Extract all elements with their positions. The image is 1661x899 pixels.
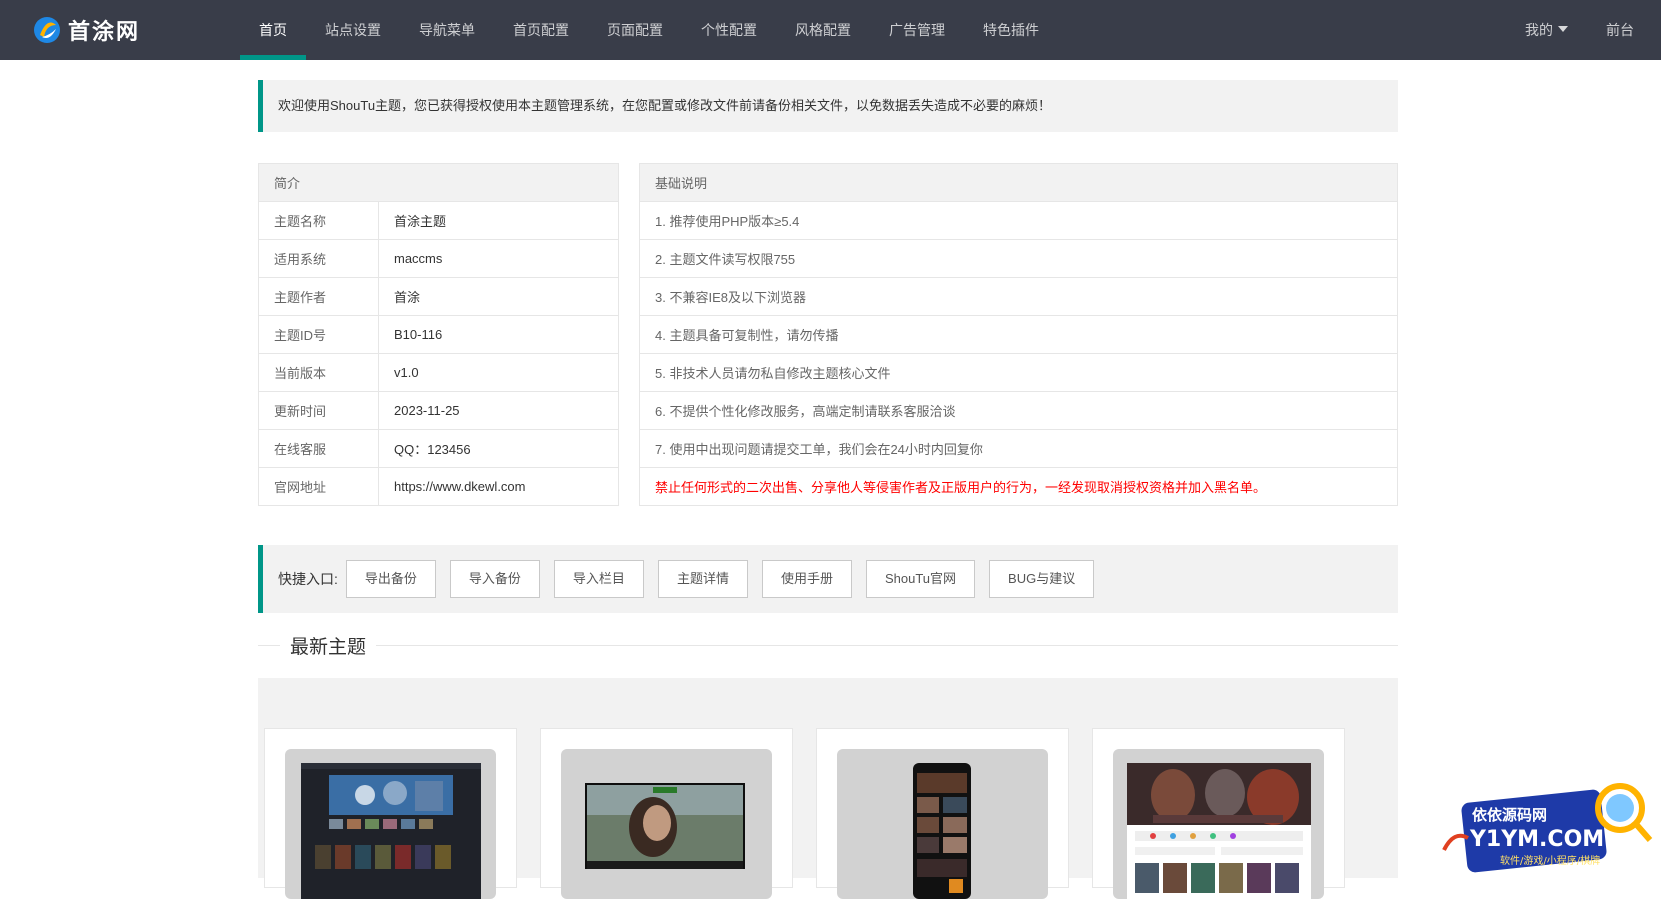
basics-item: 7. 使用中出现问题请提交工单，我们会在24小时内回复你 (639, 429, 1398, 468)
nav-item-home-config[interactable]: 首页配置 (494, 0, 588, 60)
table-row: 主题作者 首涂 (258, 277, 619, 316)
basics-item: 2. 主题文件读写权限755 (639, 239, 1398, 278)
bug-feedback-button[interactable]: BUG与建议 (989, 560, 1095, 598)
table-row: 1. 推荐使用PHP版本≥5.4 (639, 201, 1398, 240)
intro-key: 适用系统 (258, 239, 379, 278)
theme-thumbnail[interactable] (285, 749, 496, 899)
basics-item: 6. 不提供个性化修改服务，高端定制请联系客服洽谈 (639, 391, 1398, 430)
basics-item: 5. 非技术人员请勿私自修改主题核心文件 (639, 353, 1398, 392)
intro-key: 更新时间 (258, 391, 379, 430)
intro-value: 首涂主题 (378, 201, 619, 240)
table-row: 7. 使用中出现问题请提交工单，我们会在24小时内回复你 (639, 429, 1398, 468)
intro-value: maccms (378, 239, 619, 278)
intro-header: 简介 (258, 163, 619, 202)
watermark-line2: Y1YM.COM (1469, 827, 1604, 852)
theme-details-button[interactable]: 主题详情 (657, 560, 748, 598)
theme-preview-image (1127, 763, 1311, 899)
user-menu[interactable]: 我的 (1506, 0, 1587, 60)
official-site-button[interactable]: ShouTu官网 (865, 560, 976, 598)
theme-thumbnail[interactable] (561, 749, 772, 899)
theme-thumbnail[interactable] (837, 749, 1048, 899)
table-row: 主题ID号 B10-116 (258, 315, 619, 354)
user-manual-button[interactable]: 使用手册 (761, 560, 852, 598)
basics-header: 基础说明 (639, 163, 1398, 202)
intro-value: B10-116 (378, 315, 619, 354)
nav-item-style-config[interactable]: 风格配置 (776, 0, 870, 60)
theme-card[interactable] (1092, 728, 1345, 899)
top-navbar: 首涂网 首页 站点设置 导航菜单 首页配置 页面配置 个性配置 风格配置 广告管… (0, 0, 1661, 60)
intro-key: 在线客服 (258, 429, 379, 468)
theme-preview-image (301, 763, 481, 899)
nav-item-site-settings[interactable]: 站点设置 (306, 0, 400, 60)
intro-value: QQ：123456 (378, 429, 619, 468)
basics-item: 4. 主题具备可复制性，请勿传播 (639, 315, 1398, 354)
quick-entry-label: 快捷入口: (278, 571, 338, 587)
theme-preview-image (585, 783, 745, 869)
table-row: 适用系统 maccms (258, 239, 619, 278)
table-row: 3. 不兼容IE8及以下浏览器 (639, 277, 1398, 316)
intro-key: 主题名称 (258, 201, 379, 240)
basics-item: 3. 不兼容IE8及以下浏览器 (639, 277, 1398, 316)
theme-card[interactable] (540, 728, 793, 899)
basics-table: 基础说明 1. 推荐使用PHP版本≥5.4 2. 主题文件读写权限755 3. … (639, 163, 1398, 506)
watermark-graphic: 依依源码网 Y1YM.COM 软件/游戏/小程序/棋牌 (1442, 783, 1653, 873)
brand-name: 首涂网 (68, 19, 141, 45)
main-nav: 首页 站点设置 导航菜单 首页配置 页面配置 个性配置 风格配置 广告管理 特色… (240, 0, 1058, 60)
table-row: 2. 主题文件读写权限755 (639, 239, 1398, 278)
table-row: 4. 主题具备可复制性，请勿传播 (639, 315, 1398, 354)
nav-item-page-config[interactable]: 页面配置 (588, 0, 682, 60)
intro-value: https://www.dkewl.com (378, 467, 619, 506)
warning-text: 禁止任何形式的二次出售、分享他人等侵害作者及正版用户的行为，一经发现取消授权资格… (639, 467, 1398, 506)
table-row: 主题名称 首涂主题 (258, 201, 619, 240)
quick-entry-bar: 快捷入口: 导出备份 导入备份 导入栏目 主题详情 使用手册 ShouTu官网 … (258, 545, 1398, 613)
nav-item-personal-config[interactable]: 个性配置 (682, 0, 776, 60)
export-backup-button[interactable]: 导出备份 (345, 560, 436, 598)
intro-key: 当前版本 (258, 353, 379, 392)
intro-key: 官网地址 (258, 467, 379, 506)
caret-down-icon (1558, 26, 1568, 33)
import-backup-button[interactable]: 导入备份 (449, 560, 540, 598)
theme-card[interactable] (816, 728, 1069, 899)
theme-preview-image (913, 763, 971, 899)
welcome-notice: 欢迎使用ShouTu主题，您已获得授权使用本主题管理系统，在您配置或修改文件前请… (258, 80, 1398, 132)
frontend-link[interactable]: 前台 (1587, 0, 1653, 60)
table-row: 当前版本 v1.0 (258, 353, 619, 392)
basics-item: 1. 推荐使用PHP版本≥5.4 (639, 201, 1398, 240)
intro-value: v1.0 (378, 353, 619, 392)
import-columns-button[interactable]: 导入栏目 (553, 560, 644, 598)
nav-right: 我的 前台 (1506, 0, 1653, 60)
intro-value: 2023-11-25 (378, 391, 619, 430)
theme-thumbnail[interactable] (1113, 749, 1324, 899)
logo-icon (34, 17, 60, 43)
nav-item-home[interactable]: 首页 (240, 0, 306, 60)
intro-value: 首涂 (378, 277, 619, 316)
watermark-line3: 软件/游戏/小程序/棋牌 (1500, 854, 1600, 867)
user-menu-label: 我的 (1525, 22, 1553, 38)
nav-item-nav-menu[interactable]: 导航菜单 (400, 0, 494, 60)
nav-item-special-plugins[interactable]: 特色插件 (964, 0, 1058, 60)
brand-logo[interactable]: 首涂网 (32, 12, 140, 48)
theme-card[interactable] (264, 728, 517, 899)
nav-item-ad-management[interactable]: 广告管理 (870, 0, 964, 60)
intro-table: 简介 主题名称 首涂主题 适用系统 maccms 主题作者 首涂 主题ID号 B10-1… (258, 163, 619, 506)
watermark-line1: 依依源码网 (1472, 806, 1547, 824)
latest-themes-title: 最新主题 (280, 632, 377, 659)
table-row: 6. 不提供个性化修改服务，高端定制请联系客服洽谈 (639, 391, 1398, 430)
watermark-badge: 依依源码网 Y1YM.COM 软件/游戏/小程序/棋牌 (1440, 780, 1655, 873)
section-divider (258, 645, 1398, 646)
table-row: 官网地址 https://www.dkewl.com (258, 467, 619, 506)
theme-grid (258, 678, 1398, 899)
table-row: 在线客服 QQ：123456 (258, 429, 619, 468)
table-row: 5. 非技术人员请勿私自修改主题核心文件 (639, 353, 1398, 392)
table-row: 禁止任何形式的二次出售、分享他人等侵害作者及正版用户的行为，一经发现取消授权资格… (639, 467, 1398, 506)
table-row: 更新时间 2023-11-25 (258, 391, 619, 430)
intro-key: 主题ID号 (258, 315, 379, 354)
intro-key: 主题作者 (258, 277, 379, 316)
